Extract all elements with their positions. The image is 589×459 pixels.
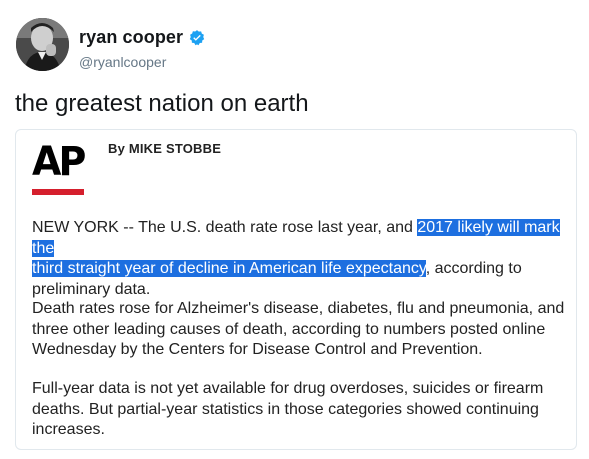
highlighted-text-2: third straight year of decline in Americ… [32, 260, 426, 277]
avatar[interactable] [16, 18, 69, 71]
tweet-header: ryan cooper @ryanlcooper [15, 15, 575, 73]
display-name[interactable]: ryan cooper [79, 27, 183, 48]
byline: By MIKE STOBBE [108, 141, 222, 156]
ap-logo: AP [32, 142, 88, 196]
ap-logo-text: AP [32, 139, 86, 185]
avatar-photo [16, 18, 69, 71]
name-row: ryan cooper [79, 27, 206, 48]
article-paragraph-3: Full-year data is not yet available for … [32, 380, 544, 438]
handle[interactable]: @ryanlcooper [79, 54, 166, 70]
verified-badge-icon [188, 29, 206, 47]
ap-logo-bar [32, 189, 84, 195]
p1-text-end: preliminary data. [32, 280, 151, 298]
p1-text-after: , according to [425, 260, 522, 277]
tweet-text: the greatest nation on earth [15, 90, 309, 117]
article-card[interactable]: AP By MIKE STOBBE NEW YORK -- The U.S. d… [15, 129, 577, 450]
article-paragraph-2: Death rates rose for Alzheimer's disease… [32, 300, 565, 358]
article-paragraph-1: NEW YORK -- The U.S. death rate rose las… [32, 218, 572, 300]
p1-text-start: NEW YORK -- The U.S. death rate rose las… [32, 219, 418, 236]
